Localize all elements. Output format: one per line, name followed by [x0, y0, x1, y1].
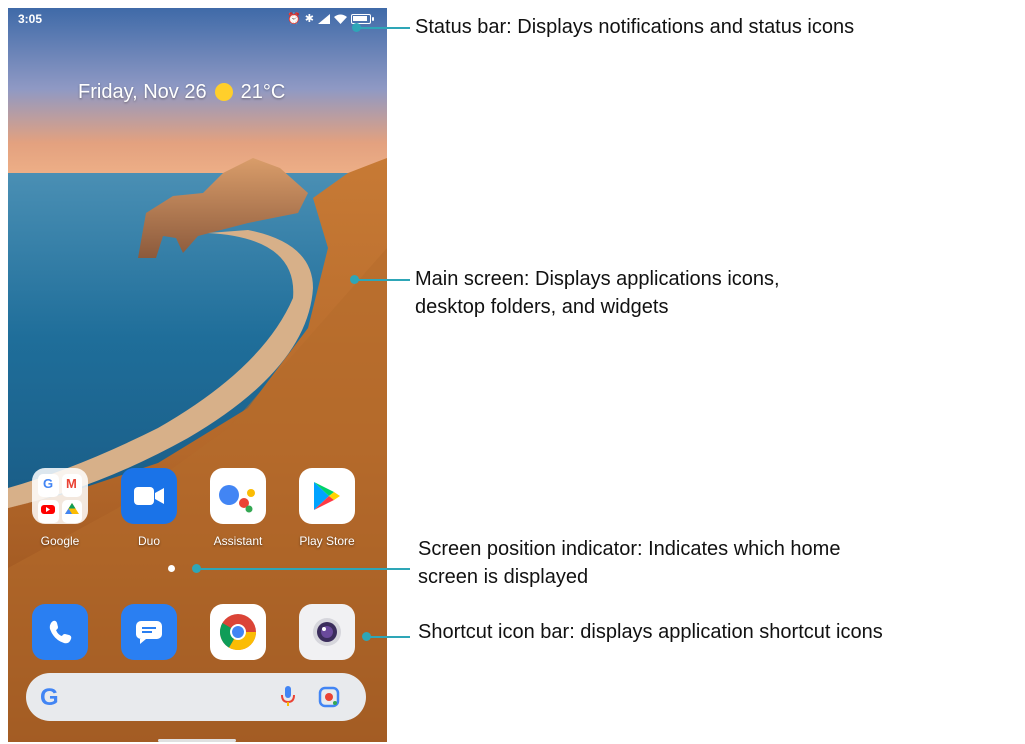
google-apps-folder-icon: G M — [32, 468, 88, 524]
google-g-mini-icon: G — [38, 474, 59, 497]
status-time: 3:05 — [18, 12, 43, 26]
navigation-handle[interactable] — [158, 739, 236, 742]
callout-shortcut-bar: Shortcut icon bar: displays application … — [418, 621, 883, 643]
dock-chrome[interactable] — [208, 604, 268, 660]
callout-line-status-bar — [360, 27, 410, 29]
messages-icon — [121, 604, 177, 660]
callout-line-position-indicator — [200, 568, 410, 570]
dock-messages[interactable] — [119, 604, 179, 660]
google-lens-icon[interactable] — [318, 686, 340, 708]
phone-icon — [32, 604, 88, 660]
google-assistant-icon — [210, 468, 266, 524]
drive-mini-icon — [61, 500, 82, 523]
wifi-icon — [334, 14, 347, 24]
callout-position-indicator: Screen position indicator: Indicates whi… — [418, 538, 841, 588]
callout-main-screen: Main screen: Displays applications icons… — [415, 268, 780, 318]
svg-text:G: G — [43, 476, 53, 491]
weather-sun-icon — [214, 83, 233, 101]
play-store-icon — [299, 468, 355, 524]
alarm-icon: ⏰ — [287, 13, 301, 25]
callout-line-main-screen — [358, 279, 410, 281]
app-label: Google — [40, 534, 80, 548]
temperature-text: 21°C — [240, 80, 286, 103]
dock-camera[interactable] — [297, 604, 357, 660]
app-label: Assistant — [213, 534, 263, 548]
date-weather-widget[interactable]: Friday, Nov 26 21°C — [78, 78, 285, 106]
phone-screen: 3:05 ⏰ ✱ Friday, Nov 26 21°C G M Google … — [8, 8, 387, 742]
google-logo-icon: G — [40, 684, 59, 711]
app-label: Duo — [137, 534, 160, 548]
app-duo[interactable]: Duo — [119, 468, 179, 548]
status-bar: 3:05 ⏰ ✱ — [8, 8, 387, 30]
screen-position-indicator — [168, 565, 175, 572]
svg-text:M: M — [66, 476, 77, 491]
app-assistant[interactable]: Assistant — [208, 468, 268, 548]
google-search-bar[interactable]: G — [26, 673, 366, 721]
mic-icon[interactable] — [281, 685, 295, 707]
dock-phone[interactable] — [30, 604, 90, 660]
signal-icon — [318, 14, 330, 24]
callout-status-bar: Status bar: Displays notifications and s… — [415, 16, 855, 38]
app-label: Play Store — [299, 534, 355, 548]
camera-icon — [299, 604, 355, 660]
gmail-mini-icon: M — [61, 474, 82, 497]
app-play-store[interactable]: Play Store — [297, 468, 357, 548]
chrome-icon — [210, 604, 266, 660]
callout-line-shortcut-bar — [370, 636, 410, 638]
youtube-mini-icon — [38, 500, 59, 523]
duo-video-icon — [121, 468, 177, 524]
app-google-folder[interactable]: G M Google — [30, 468, 90, 548]
bluetooth-icon: ✱ — [304, 13, 314, 25]
date-text: Friday, Nov 26 — [78, 80, 207, 103]
